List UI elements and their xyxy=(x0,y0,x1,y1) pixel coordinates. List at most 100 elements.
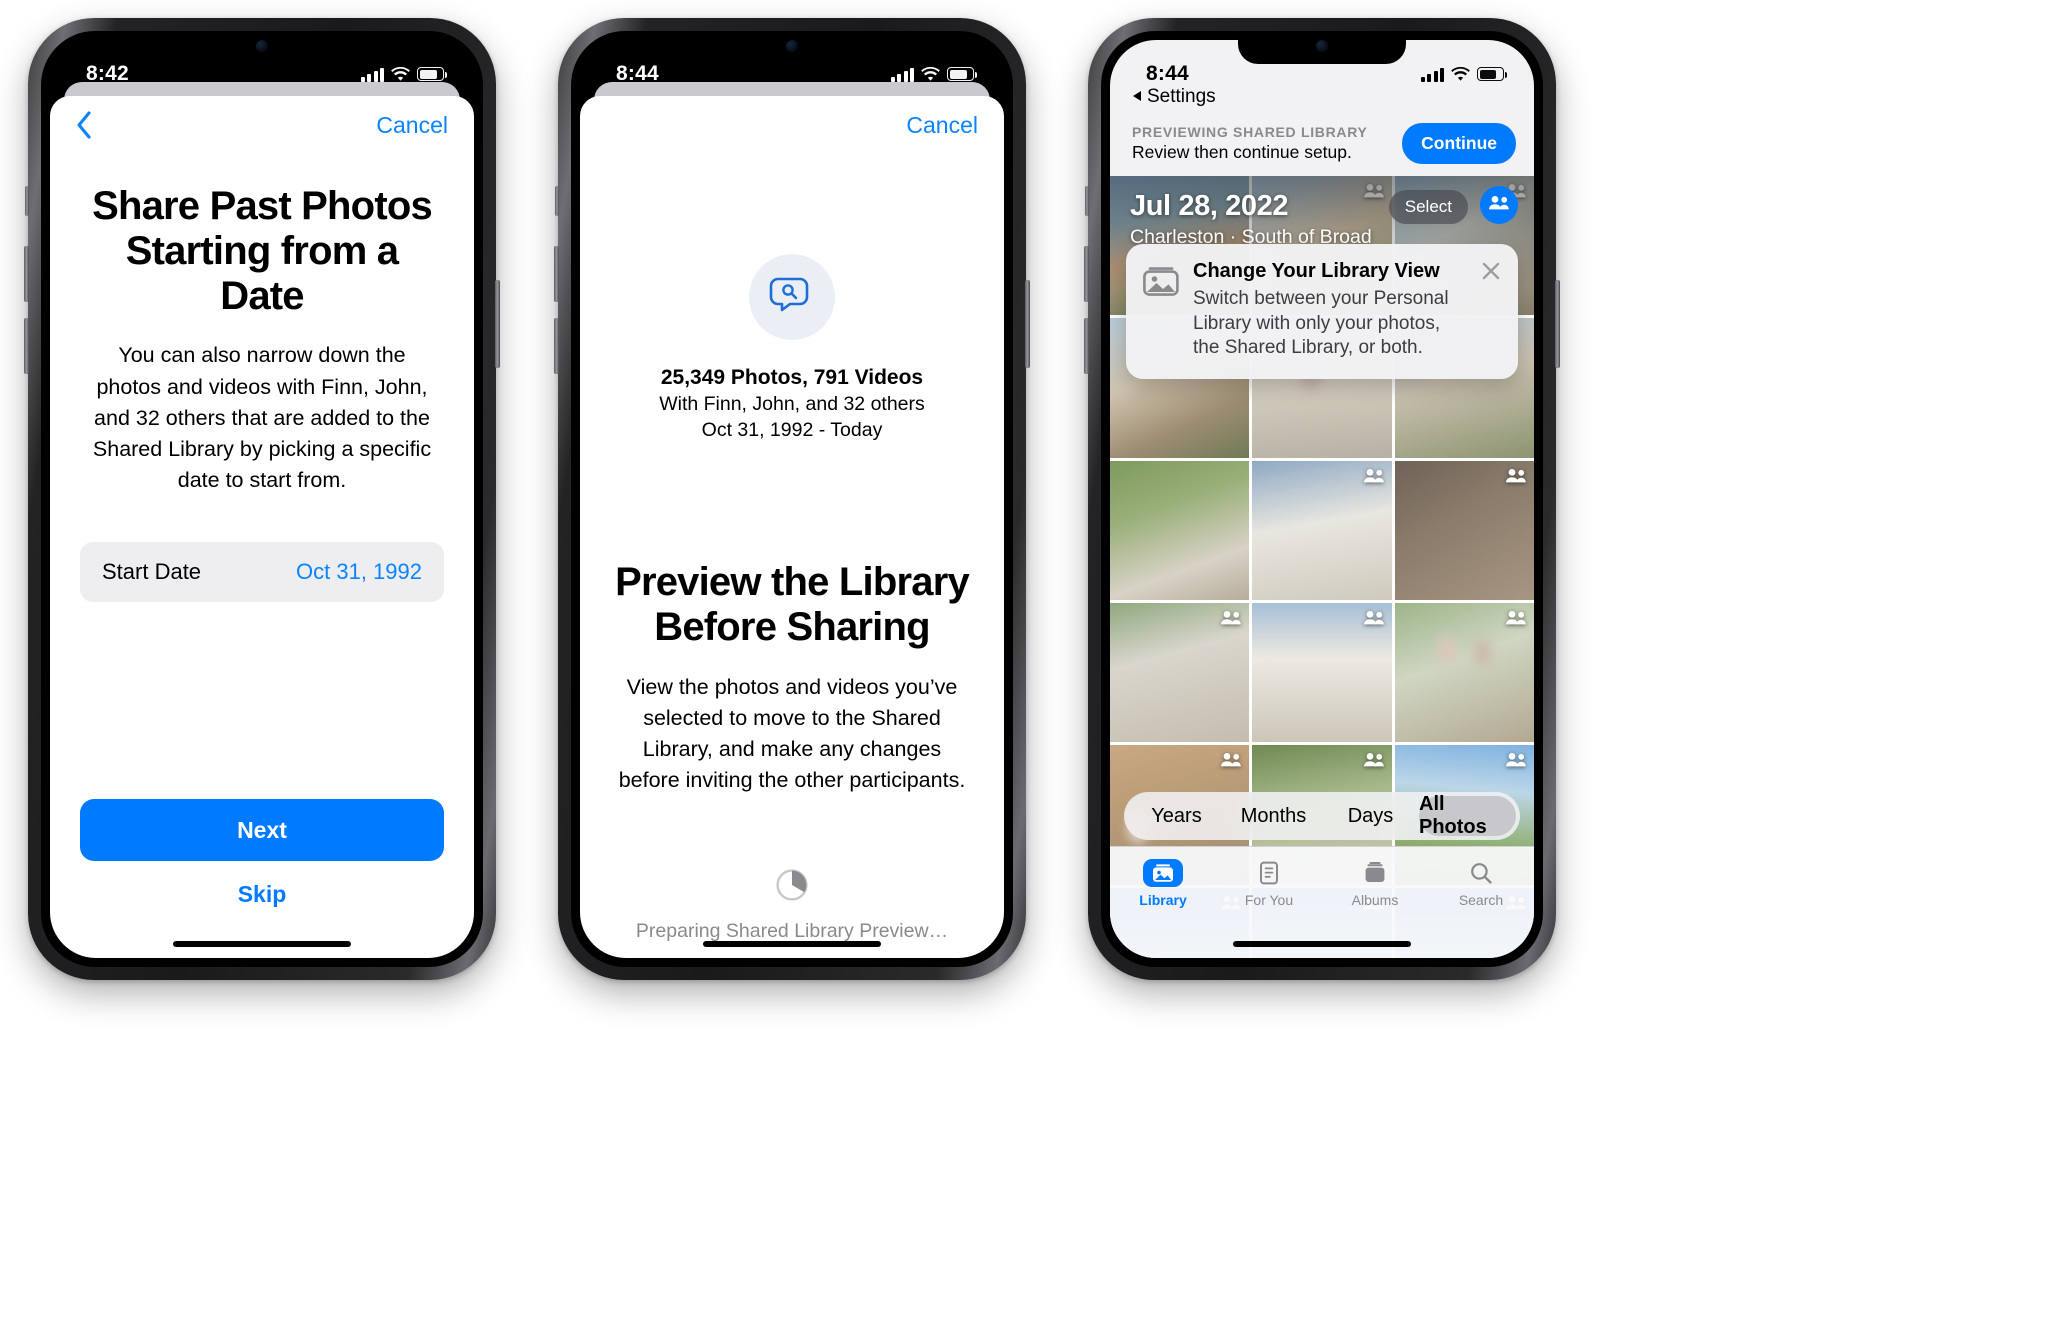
phone1-spacer xyxy=(80,602,444,799)
phone1-volume-down xyxy=(24,318,29,374)
phone1-silent-switch xyxy=(25,186,29,216)
two-people-badge-icon xyxy=(1363,183,1385,198)
tab-albums-label: Albums xyxy=(1351,892,1399,908)
wifi-icon xyxy=(1451,66,1470,82)
tab-search[interactable]: Search xyxy=(1428,859,1534,908)
stats-date-range: Oct 31, 1992 - Today xyxy=(701,419,883,441)
phone3-clock: 8:44 xyxy=(1146,62,1189,85)
phone2-sheet: Cancel 25,349 Photos, 791 Videos With Fi… xyxy=(580,96,1004,958)
tab-library-label: Library xyxy=(1139,892,1187,908)
phone2-content: 25,349 Photos, 791 Videos With Finn, Joh… xyxy=(580,154,1004,958)
home-indicator[interactable] xyxy=(1233,941,1411,947)
screenshot-canvas: 8:42 Cancel Share Past Photos Starting f… xyxy=(0,0,2048,1330)
phone2-notch xyxy=(708,31,876,64)
page-description: View the photos and videos you’ve select… xyxy=(618,674,966,793)
battery-icon xyxy=(947,67,977,81)
banner-text-group: PREVIEWING SHARED LIBRARY Review then co… xyxy=(1132,124,1368,163)
two-people-badge-icon xyxy=(1505,610,1527,625)
shared-library-message-icon xyxy=(749,254,835,340)
phone3-silent-switch xyxy=(1085,186,1089,216)
photo-cell[interactable] xyxy=(1110,460,1250,600)
two-people-icon xyxy=(1488,195,1510,215)
tab-library[interactable]: Library xyxy=(1110,859,1216,908)
phone-1-screen: 8:42 Cancel Share Past Photos Starting f… xyxy=(50,40,474,958)
phone-2-screen: 8:44 Cancel 25,349 Photos, 791 Videos Wi… xyxy=(580,40,1004,958)
phone-2-frame: 8:44 Cancel 25,349 Photos, 791 Videos Wi… xyxy=(554,18,1030,980)
photo-cell[interactable] xyxy=(1252,460,1392,600)
segment-months[interactable]: Months xyxy=(1225,796,1322,836)
phone1-notch xyxy=(178,31,346,64)
front-camera-icon xyxy=(256,40,268,52)
photo-library-icon xyxy=(1143,859,1183,887)
battery-icon xyxy=(417,67,447,81)
albums-icon xyxy=(1363,859,1387,887)
phone3-power-button xyxy=(1555,280,1560,368)
previewing-banner: PREVIEWING SHARED LIBRARY Review then co… xyxy=(1110,110,1534,176)
wifi-icon xyxy=(921,66,940,82)
phone2-volume-down xyxy=(554,318,559,374)
phone2-clock: 8:44 xyxy=(616,62,659,85)
continue-button[interactable]: Continue xyxy=(1402,122,1516,164)
two-people-badge-icon xyxy=(1363,610,1385,625)
start-date-row[interactable]: Start Date Oct 31, 1992 xyxy=(80,542,444,603)
phone-1-bezel: 8:42 Cancel Share Past Photos Starting f… xyxy=(41,31,483,967)
photo-cell[interactable] xyxy=(1394,460,1534,600)
cancel-button[interactable]: Cancel xyxy=(906,112,978,139)
segment-days[interactable]: Days xyxy=(1322,796,1419,836)
phone-1-frame: 8:42 Cancel Share Past Photos Starting f… xyxy=(24,18,500,980)
timeline-segmented-control[interactable]: Years Months Days All Photos xyxy=(1124,792,1520,840)
stats-participants: With Finn, John, and 32 others xyxy=(659,393,925,415)
phone2-power-button xyxy=(1025,280,1030,368)
close-x-icon[interactable] xyxy=(1480,260,1502,282)
tab-search-label: Search xyxy=(1458,892,1504,908)
two-people-badge-icon xyxy=(1363,752,1385,767)
page-title: Share Past Photos Starting from a Date xyxy=(92,184,433,318)
phone1-sheet: Cancel Share Past Photos Starting from a… xyxy=(50,96,474,958)
phone2-volume-up xyxy=(554,246,559,302)
start-date-value[interactable]: Oct 31, 1992 xyxy=(296,559,422,585)
tooltip-title: Change Your Library View xyxy=(1193,260,1440,282)
wifi-icon xyxy=(391,66,410,82)
phone-3-bezel: 8:44 Settings PREVIEWING SHARED LIBRARY … xyxy=(1101,31,1543,967)
two-people-badge-icon xyxy=(1505,468,1527,483)
phone-3-screen: 8:44 Settings PREVIEWING SHARED LIBRARY … xyxy=(1110,40,1534,958)
front-camera-icon xyxy=(1316,40,1328,52)
photo-cell[interactable] xyxy=(1110,602,1250,743)
progress-label: Preparing Shared Library Preview… xyxy=(635,920,949,943)
cellular-bars-icon xyxy=(890,67,914,82)
banner-subtitle: Review then continue setup. xyxy=(1132,141,1352,162)
two-people-badge-icon xyxy=(1220,752,1242,767)
hero-date: Jul 28, 2022 xyxy=(1130,190,1289,222)
start-date-label: Start Date xyxy=(102,559,202,585)
tab-for-you[interactable]: For You xyxy=(1216,859,1322,908)
skip-button[interactable]: Skip xyxy=(80,881,444,908)
tooltip-text-group: Change Your Library View Switch between … xyxy=(1193,260,1467,361)
phone1-clock: 8:42 xyxy=(86,62,129,85)
cancel-button[interactable]: Cancel xyxy=(376,112,448,139)
select-button[interactable]: Select xyxy=(1388,190,1468,224)
stats-counts: 25,349 Photos, 791 Videos xyxy=(660,366,924,389)
library-view-tooltip: Change Your Library View Switch between … xyxy=(1126,244,1518,380)
photo-cell[interactable] xyxy=(1252,602,1392,743)
phone-2-bezel: 8:44 Cancel 25,349 Photos, 791 Videos Wi… xyxy=(571,31,1013,967)
for-you-icon xyxy=(1258,859,1280,887)
segment-years[interactable]: Years xyxy=(1128,796,1225,836)
chevron-left-icon[interactable] xyxy=(76,111,92,139)
tab-for-you-label: For You xyxy=(1244,892,1294,908)
phone2-sheet-navbar: Cancel xyxy=(580,96,1004,154)
photo-cell[interactable] xyxy=(1394,602,1534,743)
segment-all-photos[interactable]: All Photos xyxy=(1419,793,1516,838)
phone1-sheet-navbar: Cancel xyxy=(50,96,474,154)
tab-albums[interactable]: Albums xyxy=(1322,859,1428,908)
banner-eyebrow: PREVIEWING SHARED LIBRARY xyxy=(1132,123,1368,140)
home-indicator[interactable] xyxy=(703,941,881,947)
library-stats: 25,349 Photos, 791 Videos With Finn, Joh… xyxy=(659,366,925,442)
two-people-badge-icon xyxy=(1220,610,1242,625)
library-view-toggle-button[interactable] xyxy=(1480,186,1518,224)
phone1-volume-up xyxy=(24,246,29,302)
two-people-badge-icon xyxy=(1363,468,1385,483)
page-description: You can also narrow down the photos and … xyxy=(92,343,432,493)
next-button[interactable]: Next xyxy=(80,799,444,861)
search-icon xyxy=(1470,859,1492,887)
home-indicator[interactable] xyxy=(173,941,351,947)
